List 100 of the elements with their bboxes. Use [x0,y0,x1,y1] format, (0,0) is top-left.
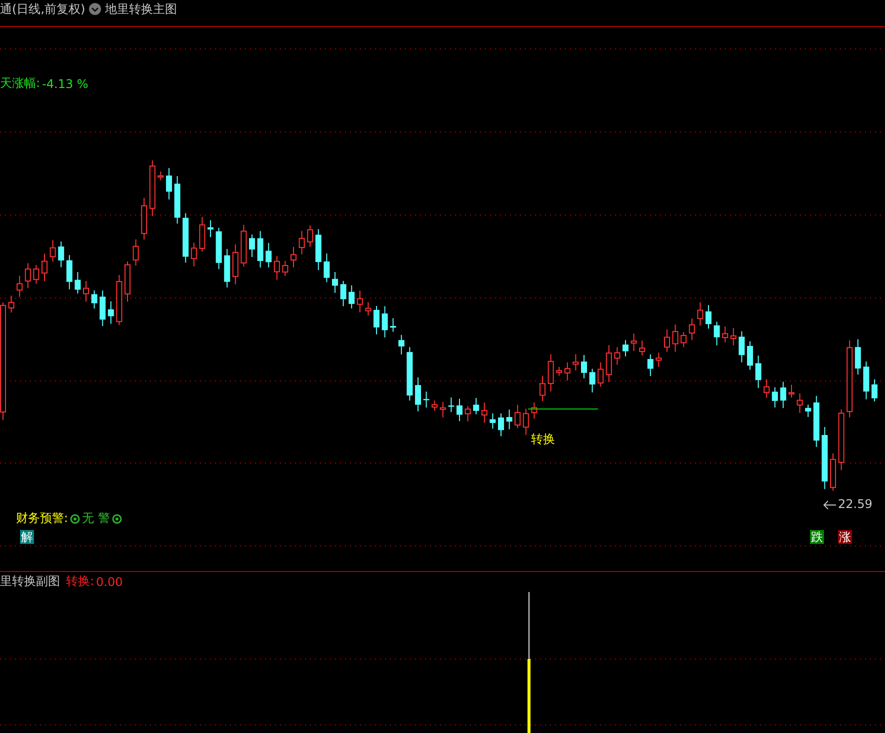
candlestick [356,290,363,313]
candlestick [50,240,56,262]
candlestick [240,224,247,268]
candlestick [672,324,678,352]
candlestick [498,412,504,437]
candlestick [805,404,812,418]
candlestick [456,398,462,422]
signal-marker: 解 [20,530,34,544]
dropdown-icon[interactable] [89,3,102,15]
candlestick [598,362,604,388]
candlestick [208,220,214,238]
candlestick [274,255,280,280]
candlestick [266,242,272,268]
candlestick [664,328,670,352]
candlestick [473,397,480,415]
candlestick [249,234,255,258]
candlestick [324,253,330,283]
sub-chart-title: 里转换副图 [0,573,60,590]
candlestick [796,392,803,414]
change-value: -4.13 % [42,76,88,90]
ring-icon [70,514,80,524]
value-reading: 0.00 [96,574,123,588]
candlestick [656,352,662,368]
candlestick [83,280,89,302]
candlestick [374,306,380,335]
candlestick [872,378,878,402]
candlestick [514,404,521,429]
value-label: 转换: [66,573,94,590]
ring-icon [112,514,122,524]
candlestick [132,238,139,266]
candlestick [91,290,98,310]
candlestick [74,272,81,294]
candlestick [838,408,844,471]
candlestick [863,361,870,400]
signal-line [528,408,598,410]
candlestick [365,302,372,316]
candlestick [448,397,454,413]
candlestick [854,338,861,376]
candlestick [788,384,794,398]
chart-title: 通(日线,前复权) [0,0,86,18]
candlestick [822,426,828,490]
low-price-label: 22.59 [838,497,872,511]
candlestick [166,168,172,200]
candlestick [764,378,770,398]
candlestick [830,452,836,492]
candlestick [332,271,338,294]
candlestick [589,368,596,393]
candlestick [706,304,712,330]
candlestick [108,300,114,324]
candlestick [548,354,554,392]
candlestick [647,354,654,377]
candlestick [606,344,612,383]
candlestick [440,401,446,418]
candlestick [141,197,148,240]
candlestick [174,176,180,224]
candlestick [182,212,189,264]
candlestick [348,284,355,309]
candlestick [33,264,40,284]
candlestick [423,391,430,408]
candlestick [772,386,778,408]
candlestick [42,253,48,282]
candlestick [124,261,130,302]
candlestick [572,354,579,371]
candlestick [282,260,288,277]
candlestick [730,328,736,346]
candlestick [697,302,704,326]
candlestick [464,406,471,422]
candlestick [490,412,496,430]
candlestick [506,409,512,430]
candlestick [622,340,628,357]
candlestick [116,274,122,326]
candlestick [432,400,438,412]
candlestick [290,246,296,268]
candlestick [639,340,646,356]
candlestick [531,402,538,420]
candlestick [390,318,396,332]
candlestick [8,295,14,314]
candlestick [813,395,820,448]
warning-label: 财务预警: [16,510,68,527]
candlestick [398,334,404,355]
signal-marker: 跌 [810,530,824,544]
candlestick [522,408,529,436]
candlestick [540,375,546,402]
change-label: 天涨幅: [0,75,40,92]
candlestick [780,381,786,409]
candlestick [581,354,587,379]
candlestick [24,262,31,289]
candlestick [298,230,305,255]
candlestick [340,280,346,307]
candlestick [307,224,314,248]
candlestick [315,228,322,271]
warning-value: 无 警 [82,510,110,527]
indicator-name[interactable]: 地里转换主图 [105,0,178,18]
candlestick [714,321,720,346]
candlestick [158,170,164,181]
candlestick [257,230,264,268]
candlestick [738,330,745,363]
candlestick [680,331,687,348]
candlestick [747,340,753,370]
candlestick [755,355,762,389]
